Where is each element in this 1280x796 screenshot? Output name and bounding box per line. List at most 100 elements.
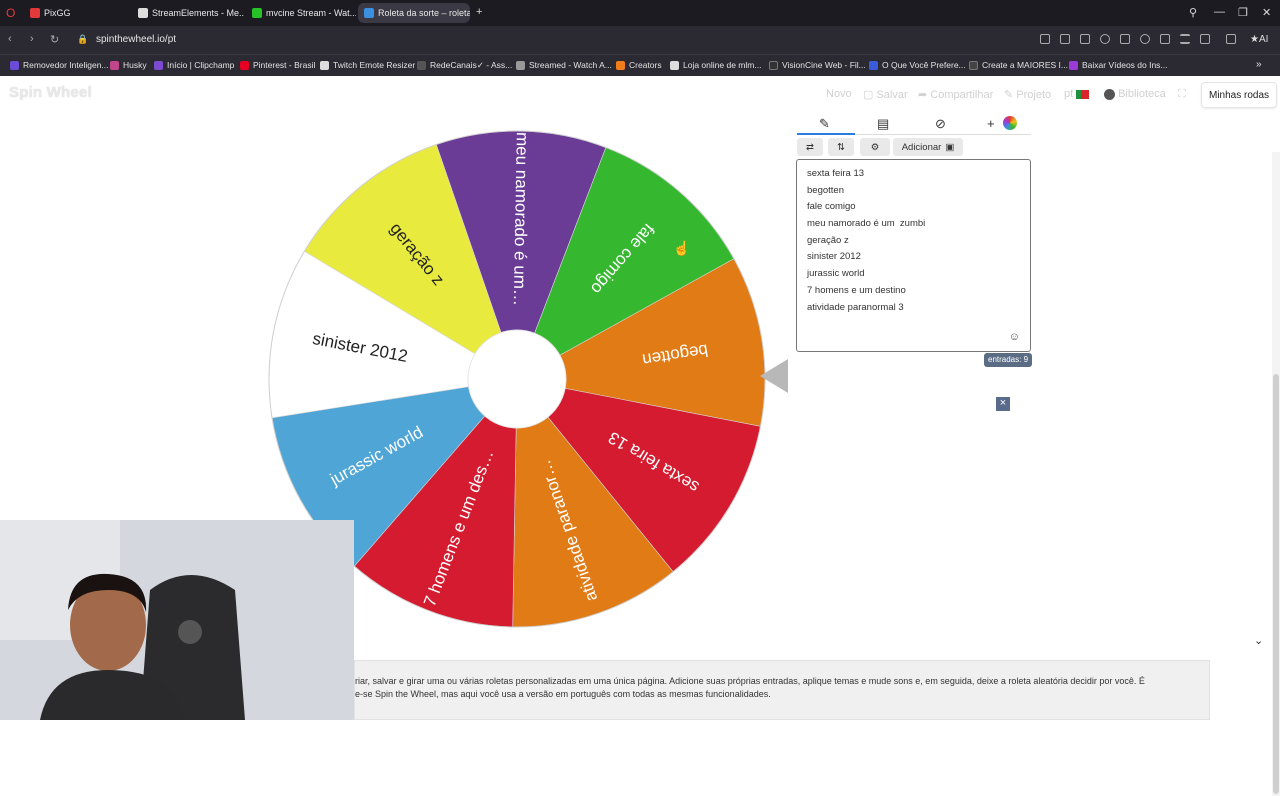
entries-textarea[interactable]: sexta feira 13 begotten fale comigo meu … (796, 159, 1031, 352)
globe-icon (1104, 88, 1115, 100)
bookmark-item[interactable]: RedeCanais✓ - Ass... (417, 60, 512, 71)
language-selector[interactable]: pt (1064, 88, 1090, 100)
projeto-link[interactable]: ✎ Projeto (1004, 88, 1051, 101)
entry-count-badge: entradas: 9 (984, 353, 1033, 367)
description-box: riar, salvar e girar uma ou várias rolet… (354, 660, 1210, 720)
download-icon[interactable] (1160, 34, 1170, 44)
bookmark-item[interactable]: Baixar Vídeos do Ins... (1069, 60, 1168, 70)
bookmark-favicon-icon (616, 60, 625, 70)
bookmark-label: Removedor Inteligen... (23, 60, 109, 70)
bookmark-item[interactable]: Creators (616, 60, 662, 70)
sort-button[interactable]: ⇅ (828, 138, 854, 156)
compartilhar-label: Compartilhar (930, 89, 994, 101)
bookmark-favicon-icon (154, 60, 163, 70)
gear-icon: ⚙ (870, 141, 880, 153)
page-scrollbar[interactable] (1272, 152, 1280, 796)
bookmark-favicon-icon (969, 60, 978, 70)
tab-hide-eye-icon[interactable]: ⊘ (935, 116, 946, 132)
shuffle-icon: ⇄ (806, 141, 814, 153)
language-label: pt (1064, 88, 1074, 100)
share-icon: ➦ (918, 89, 931, 101)
webcam-overlay (0, 520, 354, 720)
close-ad-icon[interactable]: × (996, 397, 1010, 411)
bookmark-item[interactable]: Removedor Inteligen... (10, 60, 109, 70)
tab-roleta[interactable]: Roleta da sorte – roleta c... (358, 3, 470, 23)
forward-icon[interactable]: › (30, 33, 34, 45)
novo-link[interactable]: Novo (826, 88, 852, 100)
minhas-rodas-button[interactable]: Minhas rodas (1201, 82, 1278, 108)
tab-pixgg[interactable]: PixGG (24, 3, 124, 23)
adicionar-button[interactable]: Adicionar ▣ (893, 138, 963, 156)
mouse-cursor-icon: ☝ (673, 240, 691, 256)
biblioteca-label: Biblioteca (1118, 88, 1166, 100)
bookmark-favicon-icon (110, 60, 119, 70)
tab-favicon-icon (364, 8, 374, 18)
biblioteca-link[interactable]: Biblioteca (1104, 88, 1166, 100)
close-window-icon[interactable]: ✕ (1262, 6, 1271, 19)
reload-icon[interactable]: ↻ (50, 33, 59, 46)
projeto-label: Projeto (1016, 89, 1052, 101)
tab-edit-pencil-icon[interactable]: ✎ (819, 116, 830, 132)
bookmark-item[interactable]: Loja online de mlm... (670, 60, 761, 70)
minimize-icon[interactable]: — (1214, 6, 1225, 18)
tab-label: PixGG (44, 8, 71, 18)
compartilhar-link[interactable]: ➦ Compartilhar (918, 88, 993, 101)
add-wheel-icon[interactable]: + (987, 116, 995, 131)
bookmark-favicon-icon (670, 60, 679, 70)
bookmark-item[interactable]: Streamed - Watch A... (516, 60, 612, 70)
bookmark-label: VisionCine Web - Fil... (782, 60, 866, 70)
shield-icon[interactable] (1100, 34, 1110, 44)
menu-icon[interactable] (1180, 34, 1190, 44)
site-logo[interactable]: Spin Wheel (9, 84, 92, 101)
url-field[interactable]: spinthewheel.io/pt (96, 34, 176, 45)
bookmark-item[interactable]: VisionCine Web - Fil... (769, 60, 866, 70)
camera-icon[interactable] (1080, 34, 1090, 44)
bookmark-favicon-icon (869, 60, 878, 70)
wheel-hub-button[interactable] (467, 329, 567, 429)
search-icon[interactable]: ⚲ (1189, 6, 1197, 19)
bookmark-item[interactable]: Husky (110, 60, 147, 70)
play-icon[interactable] (1120, 34, 1130, 44)
bookmark-item[interactable]: Create a MAIORES I... (969, 60, 1068, 70)
bookmark-item[interactable]: Pinterest - Brasil (240, 60, 315, 70)
opera-logo-icon[interactable]: O (6, 6, 15, 20)
bookmark-label: Streamed - Watch A... (529, 60, 612, 70)
ai-icon[interactable]: ★AI (1250, 34, 1268, 45)
bookmarks-bar: Removedor Inteligen... Husky Início | Cl… (0, 54, 1280, 76)
lock-icon: 🔒 (77, 34, 89, 44)
back-icon[interactable]: ‹ (8, 33, 12, 45)
color-wheel-icon[interactable] (1003, 116, 1017, 130)
entry-line: 7 homens e um destino (807, 284, 906, 296)
entry-line: fale comigo (807, 201, 856, 213)
bookmark-item[interactable]: O Que Você Prefere... (869, 60, 966, 70)
tab-mvcine[interactable]: mvcine Stream - Wat... (246, 3, 356, 23)
tab-clipboard-icon[interactable]: ▤ (877, 116, 889, 132)
heart-icon[interactable] (1140, 34, 1150, 44)
profile-icon[interactable] (1200, 34, 1210, 44)
settings-button[interactable]: ⚙ (860, 138, 890, 156)
fullscreen-icon[interactable]: ⛶ (1178, 88, 1186, 101)
chevron-down-icon[interactable]: ⌄ (1254, 634, 1263, 647)
wheel-slice-label: meu namorado é um… (510, 132, 532, 306)
extensions-icon[interactable] (1226, 34, 1236, 44)
bookmark-item[interactable]: Twitch Emote Resizer (320, 60, 415, 70)
bookmark-label: Início | Clipchamp (167, 60, 235, 70)
edit-icon[interactable] (1060, 34, 1070, 44)
restore-icon[interactable]: ❐ (1238, 6, 1248, 19)
bookmark-favicon-icon (10, 60, 19, 70)
emoji-icon[interactable]: ☺ (1009, 331, 1020, 343)
bookmark-item[interactable]: Início | Clipchamp (154, 60, 234, 70)
adicionar-label: Adicionar (901, 141, 942, 153)
tab-streamelements[interactable]: StreamElements - Me... (132, 3, 244, 23)
salvar-link[interactable]: ▢ Salvar (863, 88, 908, 101)
sort-icon: ⇅ (837, 141, 845, 153)
bookmarks-overflow-icon[interactable]: » (1256, 59, 1262, 70)
sidebar-icon[interactable] (1040, 34, 1050, 44)
shuffle-button[interactable]: ⇄ (797, 138, 823, 156)
pencil-icon: ✎ (1004, 89, 1017, 101)
new-tab-button[interactable]: + (476, 6, 482, 18)
tab-label: Roleta da sorte – roleta c... (378, 8, 470, 18)
entry-line: sinister 2012 (807, 251, 861, 263)
scrollbar-thumb[interactable] (1273, 374, 1279, 794)
image-icon: ▣ (945, 141, 955, 153)
